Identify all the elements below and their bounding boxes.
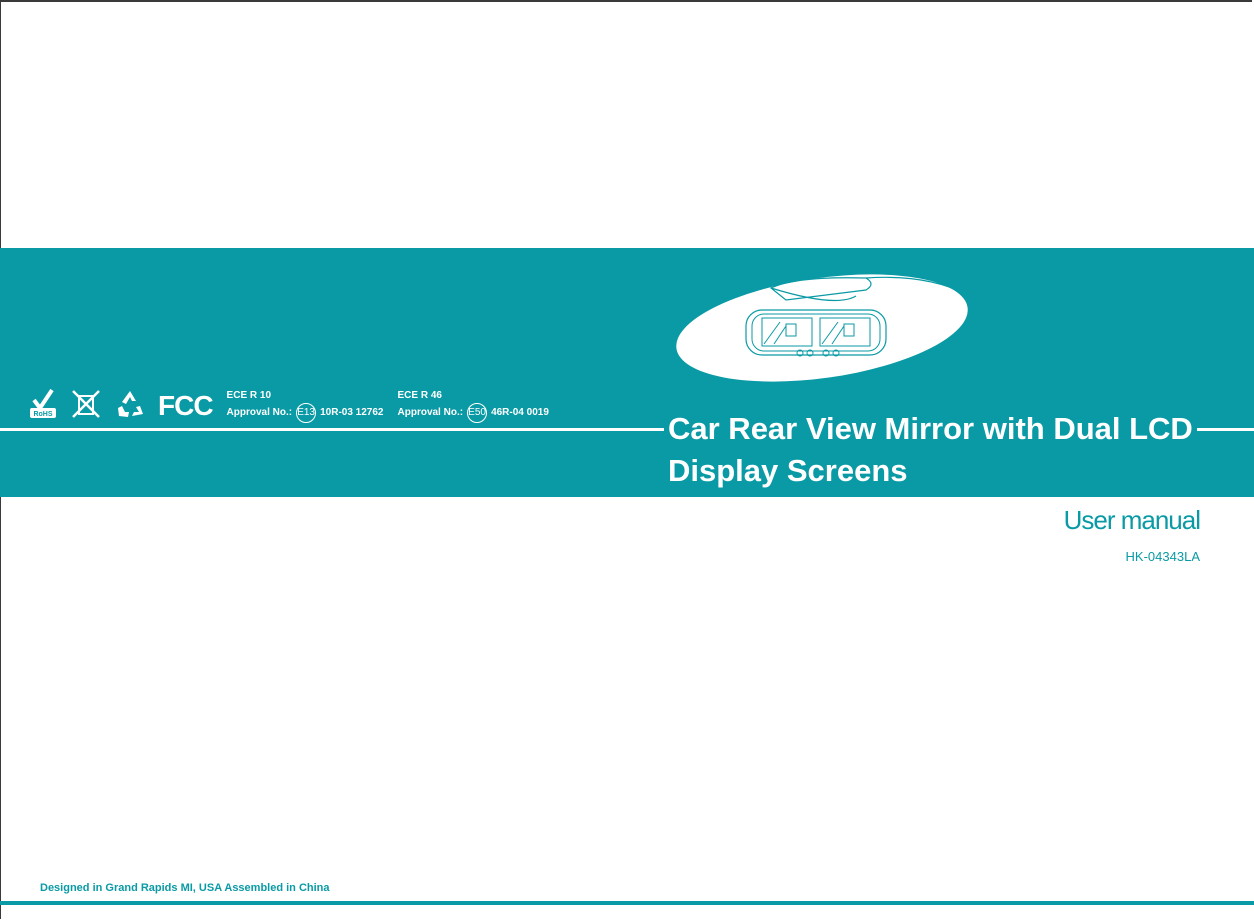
document-subtitle: User manual [1063, 505, 1201, 535]
footer-origin-text: Designed in Grand Rapids MI, USA Assembl… [40, 882, 330, 894]
weee-bin-icon [70, 388, 102, 425]
footer-bar [0, 901, 1254, 905]
title-line-1: Car Rear View Mirror with Dual LCD [668, 411, 1197, 446]
ece-r46-heading: ECE R 46 [397, 390, 442, 401]
model-number: HK-04343LA [1125, 549, 1200, 564]
e13-mark: E13 [296, 403, 317, 423]
ece-r10-approval-label: Approval No.: [226, 407, 293, 418]
ece-r46-approval-label: Approval No.: [397, 407, 464, 418]
recycle-icon [114, 388, 146, 425]
e50-mark: E50 [467, 403, 488, 423]
mirror-illustration [676, 270, 972, 393]
ece-r10-number: 10R-03 12762 [320, 407, 384, 418]
ece-r10-heading: ECE R 10 [226, 390, 272, 401]
certification-strip: RoHS FCC ECE R 10 Approval No.: E13 10R-… [28, 386, 549, 426]
ece-r46-number: 46R-04 0019 [491, 407, 549, 418]
ece-r46-block: ECE R 46 Approval No.: E50 46R-04 0019 [398, 389, 549, 423]
title-line-2: Display Screens [668, 453, 908, 488]
svg-text:RoHS: RoHS [33, 411, 52, 418]
fcc-logo: FCC [158, 390, 214, 421]
ece-r10-block: ECE R 10 Approval No.: E13 10R-03 12762 [227, 389, 384, 423]
rohs-icon: RoHS [28, 388, 58, 425]
band-rule-left [0, 428, 664, 431]
document-title: Car Rear View Mirror with Dual LCD Displ… [668, 408, 1228, 492]
